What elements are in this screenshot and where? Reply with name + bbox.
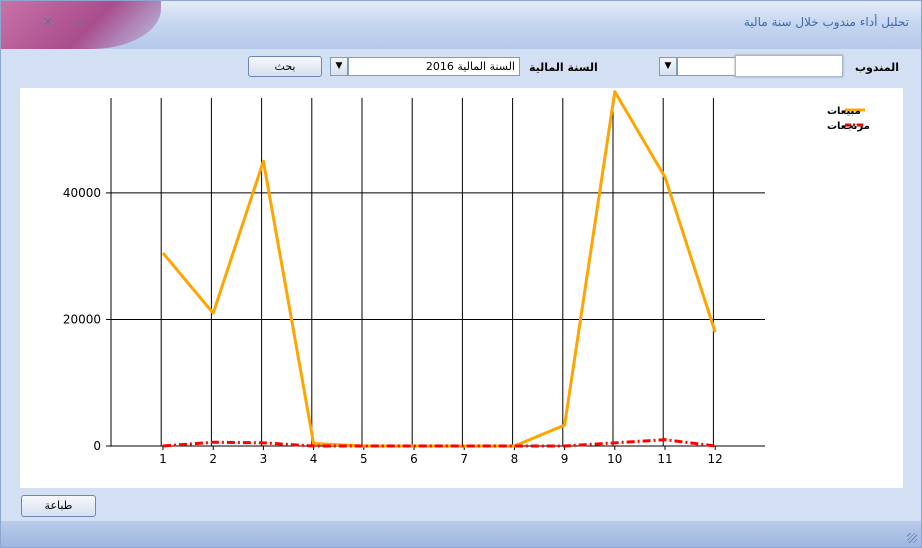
resize-grip-icon[interactable] bbox=[907, 533, 917, 543]
y-tick-label: 0 bbox=[93, 439, 101, 453]
search-button[interactable]: بحث bbox=[248, 56, 322, 77]
x-tick-label: 7 bbox=[460, 452, 468, 466]
status-strip bbox=[1, 521, 921, 547]
x-tick-label: 12 bbox=[708, 452, 723, 466]
x-tick-label: 5 bbox=[360, 452, 368, 466]
close-icon[interactable]: ✕ bbox=[39, 15, 57, 31]
series-line-2 bbox=[162, 438, 716, 448]
x-tick-label: 1 bbox=[159, 452, 167, 466]
legend-label-2: مرتجعات bbox=[827, 121, 870, 132]
window-title: تحليل أداء مندوب خلال سنة مالية bbox=[743, 15, 909, 29]
x-tick-label: 11 bbox=[657, 452, 672, 466]
x-tick-label: 3 bbox=[260, 452, 268, 466]
rep-search-input[interactable] bbox=[735, 55, 843, 77]
x-tick-label: 10 bbox=[607, 452, 622, 466]
year-select[interactable]: السنة المالية 2016 bbox=[348, 57, 520, 76]
rep-select[interactable] bbox=[677, 57, 737, 76]
y-tick-label: 40000 bbox=[63, 186, 101, 200]
app-window: ✕ – تحليل أداء مندوب خلال سنة مالية المن… bbox=[0, 0, 922, 548]
title-bar: ✕ – تحليل أداء مندوب خلال سنة مالية bbox=[1, 1, 921, 49]
x-tick-label: 8 bbox=[511, 452, 519, 466]
x-tick-label: 4 bbox=[310, 452, 318, 466]
rep-dropdown-chevron-icon[interactable]: ▼ bbox=[659, 57, 677, 76]
year-label: السنة المالية bbox=[529, 61, 598, 74]
x-tick-label: 9 bbox=[561, 452, 569, 466]
x-tick-label: 2 bbox=[209, 452, 217, 466]
year-dropdown-chevron-icon[interactable]: ▼ bbox=[330, 57, 348, 76]
legend-label-1: مبيعات bbox=[827, 106, 861, 117]
minimize-icon[interactable]: – bbox=[71, 15, 89, 31]
line-chart: 020000400001 2 3 4 5 6 7 8 9 10 11 12مبيعاتمرتجعات bbox=[63, 90, 870, 466]
x-tick-label: 6 bbox=[410, 452, 418, 466]
filter-toolbar: المندوب ▼ السنة المالية السنة المالية 20… bbox=[1, 49, 921, 85]
rep-label: المندوب bbox=[854, 61, 899, 74]
chart-panel: 0 20000 40000 1 2 3 4 5 6 7 8 9 10 11 12 مبيعات مرتجعات bbox=[20, 88, 903, 488]
print-button[interactable]: طباعة bbox=[21, 495, 96, 517]
series-line-1 bbox=[161, 90, 717, 448]
y-tick-label: 20000 bbox=[63, 312, 101, 326]
